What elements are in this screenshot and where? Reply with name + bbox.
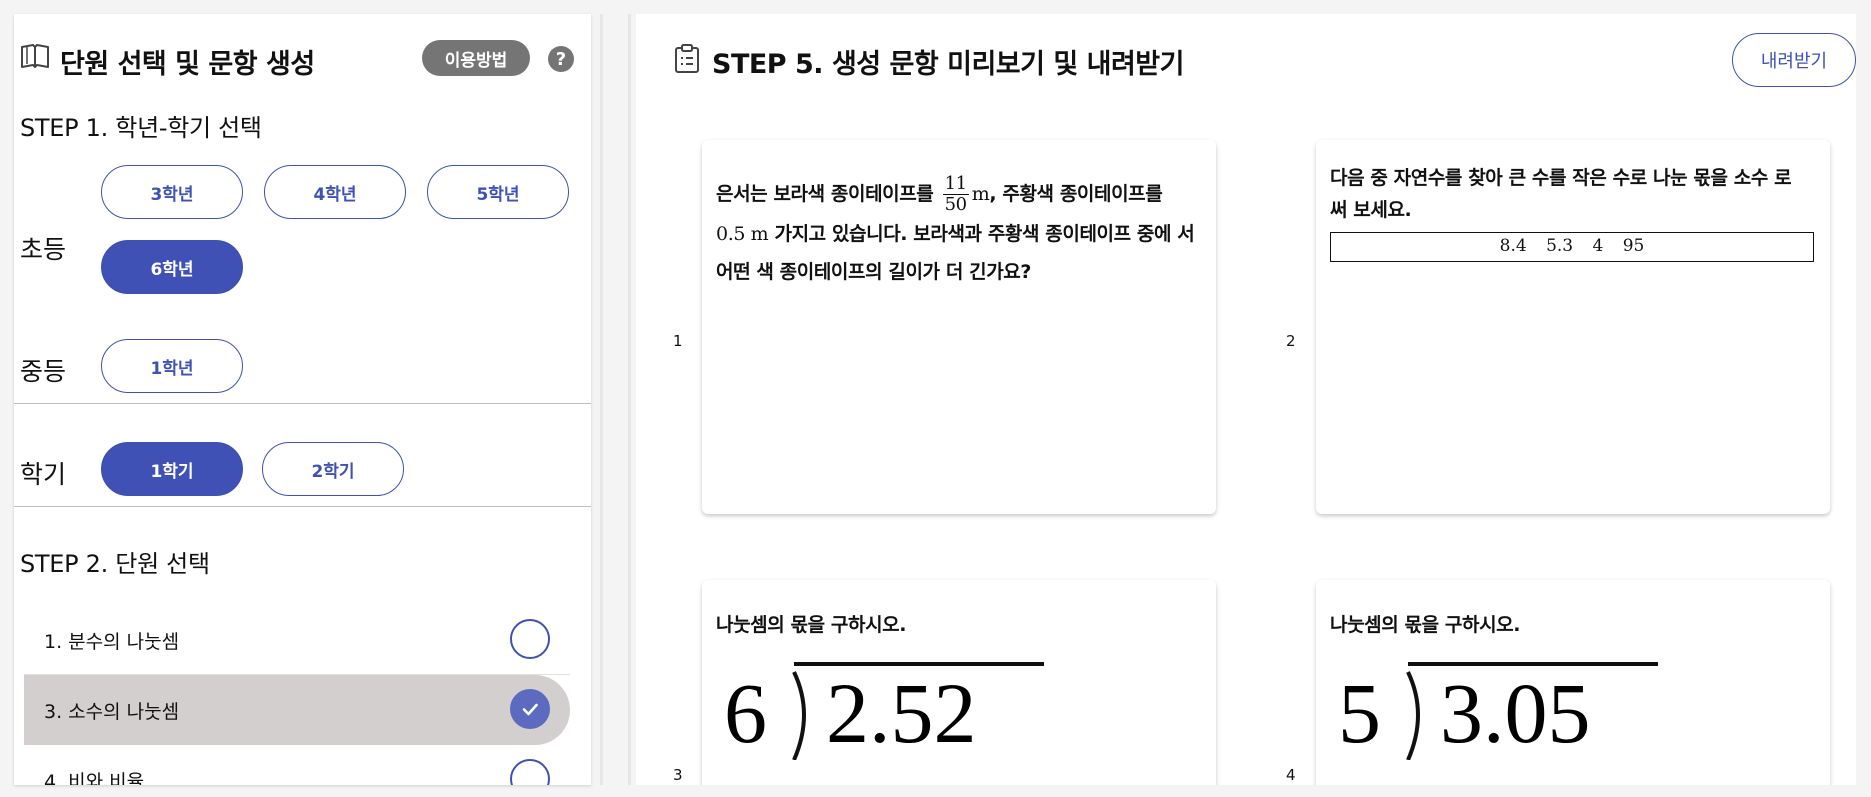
middle-label: 중등 bbox=[20, 357, 67, 386]
question-number: 2 bbox=[1286, 332, 1296, 350]
grade-4-button[interactable]: 4학년 bbox=[264, 165, 406, 219]
preview-panel: STEP 5. 생성 문항 미리보기 및 내려받기 내려받기 1 은서는 보라색… bbox=[636, 14, 1856, 785]
download-button[interactable]: 내려받기 bbox=[1732, 33, 1856, 87]
long-division: 6 2.52 bbox=[724, 662, 1044, 760]
book-icon bbox=[21, 44, 49, 68]
semester-2-button[interactable]: 2학기 bbox=[262, 442, 404, 496]
question-text: 은서는 보라색 종이테이프를 11 50 m, 주황색 종이테이프를 0.5 m 가… bbox=[716, 174, 1196, 291]
question-card: 나눗셈의 몫을 구하시오. 6 2.52 bbox=[702, 580, 1216, 785]
fraction-numerator: 11 bbox=[942, 173, 969, 195]
unit-checkbox[interactable] bbox=[510, 619, 550, 659]
panel-splitter[interactable] bbox=[628, 14, 631, 785]
preview-title: STEP 5. 생성 문항 미리보기 및 내려받기 bbox=[712, 49, 1184, 80]
divisor: 6 bbox=[724, 665, 767, 760]
unit-label: 1. 분수의 나눗셈 bbox=[44, 631, 180, 653]
question-text-part: , 주황색 종이테이프를 bbox=[989, 183, 1163, 205]
unit-selection-panel: 단원 선택 및 문항 생성 이용방법 ? STEP 1. 학년-학기 선택 초등… bbox=[14, 14, 591, 785]
semester-label: 학기 bbox=[20, 460, 67, 489]
question-text: 나눗셈의 몫을 구하시오. bbox=[716, 614, 907, 636]
dividend: 2.52 bbox=[826, 665, 977, 760]
question-number: 3 bbox=[673, 766, 683, 784]
dividend: 3.05 bbox=[1440, 665, 1591, 760]
question-card: 나눗셈의 몫을 구하시오. 5 3.05 bbox=[1316, 580, 1830, 785]
question-number: 1 bbox=[673, 332, 683, 350]
question-text: 다음 중 자연수를 찾아 큰 수를 작은 수로 나눈 몫을 소수 로 써 보세요… bbox=[1330, 167, 1792, 221]
panel-title: 단원 선택 및 문항 생성 bbox=[60, 49, 315, 80]
grade-5-button[interactable]: 5학년 bbox=[427, 165, 569, 219]
unit: m bbox=[971, 183, 990, 205]
unit-label: 4. 비와 비율 bbox=[44, 771, 145, 785]
number-box: 8.4 5.3 4 95 bbox=[1330, 232, 1814, 262]
divisor: 5 bbox=[1338, 665, 1381, 760]
grade-6-button[interactable]: 6학년 bbox=[101, 240, 243, 294]
unit-item-selected[interactable]: 3. 소수의 나눗셈 bbox=[24, 675, 570, 745]
grade-3-button[interactable]: 3학년 bbox=[101, 165, 243, 219]
value: 0.5 m bbox=[716, 223, 769, 245]
fraction-denominator: 50 bbox=[944, 194, 968, 215]
panel-splitter[interactable] bbox=[600, 14, 603, 785]
semester-1-button[interactable]: 1학기 bbox=[101, 442, 243, 496]
unit-checkbox[interactable] bbox=[510, 759, 550, 785]
panel-header: 단원 선택 및 문항 생성 이용방법 ? bbox=[14, 14, 591, 104]
question-card: 은서는 보라색 종이테이프를 11 50 m, 주황색 종이테이프를 0.5 m 가… bbox=[702, 140, 1216, 514]
step2-title: STEP 2. 단원 선택 bbox=[20, 550, 210, 578]
step1-title: STEP 1. 학년-학기 선택 bbox=[20, 114, 262, 142]
unit-item[interactable]: 1. 분수의 나눗셈 bbox=[24, 605, 570, 675]
help-icon[interactable]: ? bbox=[548, 46, 574, 72]
question-text-part: 은서는 보라색 종이테이프를 bbox=[716, 183, 934, 205]
divider bbox=[14, 403, 591, 404]
middle-grade-1-button[interactable]: 1학년 bbox=[101, 339, 243, 393]
elementary-label: 초등 bbox=[20, 235, 67, 264]
question-text-part: 가지고 있습니다. 보라색과 주황색 종이테이프 중에 서 어떤 색 종이테이프… bbox=[716, 223, 1195, 283]
question-text: 나눗셈의 몫을 구하시오. bbox=[1330, 614, 1521, 636]
divider bbox=[14, 506, 591, 507]
question-card: 다음 중 자연수를 찾아 큰 수를 작은 수로 나눈 몫을 소수 로 써 보세요… bbox=[1316, 140, 1830, 514]
check-icon bbox=[522, 703, 538, 716]
unit-checkbox[interactable] bbox=[510, 689, 550, 729]
unit-label: 3. 소수의 나눗셈 bbox=[44, 701, 180, 723]
question-number: 4 bbox=[1286, 766, 1296, 784]
fraction: 11 50 bbox=[942, 173, 969, 215]
unit-item[interactable]: 4. 비와 비율 bbox=[24, 745, 570, 785]
clipboard-icon bbox=[675, 44, 699, 73]
howto-button[interactable]: 이용방법 bbox=[422, 40, 530, 76]
long-division: 5 3.05 bbox=[1338, 662, 1658, 760]
